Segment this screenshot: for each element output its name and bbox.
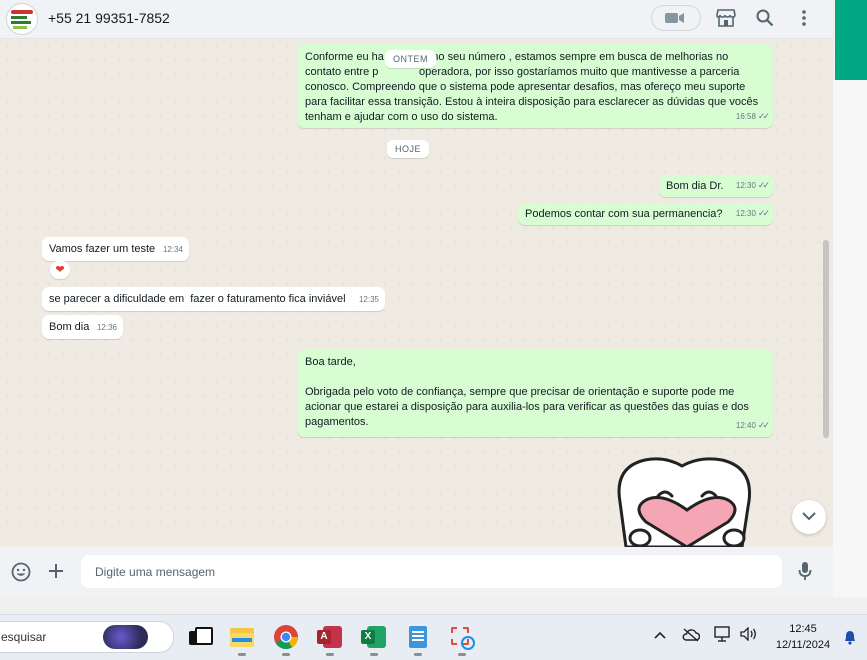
search-icon[interactable] bbox=[756, 9, 774, 27]
message-line: Boa tarde, bbox=[305, 356, 356, 368]
message-bubble-outgoing[interactable]: Conforme eu ha do no seu número , estamo… bbox=[297, 44, 773, 128]
message-bubble-incoming[interactable]: se parecer a dificuldade em fazer o fatu… bbox=[42, 287, 385, 311]
search-highlight-image bbox=[103, 625, 148, 649]
notepad-icon[interactable] bbox=[405, 624, 431, 650]
message-line: acionar que estarei a disposição para au… bbox=[305, 401, 749, 413]
chevron-up-icon[interactable] bbox=[654, 631, 666, 639]
shop-icon[interactable] bbox=[716, 9, 736, 27]
snipping-tool-icon[interactable] bbox=[449, 624, 475, 650]
notification-bell-icon[interactable] bbox=[843, 629, 857, 645]
side-accent-bar bbox=[835, 0, 867, 80]
chat-panel: Conforme eu ha do no seu número , estamo… bbox=[0, 39, 833, 547]
message-time: 12:30 bbox=[735, 209, 756, 218]
message-line: para facilitar essa transição. Estou à i… bbox=[305, 96, 759, 108]
message-line bbox=[305, 370, 765, 385]
scroll-to-bottom-button[interactable] bbox=[792, 500, 826, 534]
message-meta: 12:30 ✓✓ bbox=[735, 178, 770, 193]
excel-icon[interactable]: X bbox=[361, 624, 387, 650]
clock-time: 12:45 bbox=[789, 623, 817, 635]
message-text: Vamos fazer um teste bbox=[49, 243, 156, 255]
read-ticks-icon: ✓✓ bbox=[757, 208, 770, 218]
contact-phone[interactable]: +55 21 99351-7852 bbox=[48, 10, 170, 26]
message-input-placeholder: Digite uma mensagem bbox=[95, 565, 216, 579]
date-chip-yesterday: ONTEM bbox=[385, 50, 436, 68]
message-line: operadora, por isso gostaríamos muito qu… bbox=[419, 66, 740, 78]
emoji-icon[interactable] bbox=[11, 562, 31, 582]
message-time: 12:34 bbox=[162, 245, 183, 254]
chat-header: +55 21 99351-7852 bbox=[0, 0, 833, 39]
message-text: Bom dia Dr. bbox=[666, 180, 724, 192]
compose-bar: Digite uma mensagem bbox=[0, 547, 833, 597]
taskbar-search[interactable]: esquisar bbox=[0, 621, 174, 653]
message-bubble-incoming[interactable]: Bom dia 12:36 bbox=[42, 315, 123, 339]
taskbar-search-text: esquisar bbox=[1, 630, 47, 644]
message-text: Podemos contar com sua permanencia? bbox=[525, 208, 723, 220]
chat-scrollbar[interactable] bbox=[823, 240, 829, 438]
message-meta: 16:58 ✓✓ bbox=[735, 109, 770, 124]
message-line: do no seu número , estamos sempre em bus… bbox=[417, 51, 729, 63]
message-time: 12:30 bbox=[735, 181, 756, 190]
cloud-offline-icon[interactable] bbox=[682, 628, 700, 642]
message-time: 12:36 bbox=[96, 323, 117, 332]
video-call-button[interactable] bbox=[651, 5, 701, 31]
plus-icon[interactable] bbox=[47, 562, 65, 580]
message-bubble-outgoing[interactable]: Podemos contar com sua permanencia? 12:3… bbox=[518, 203, 773, 225]
message-text: Bom dia bbox=[49, 321, 90, 333]
microphone-icon[interactable] bbox=[798, 561, 812, 581]
read-ticks-icon: ✓✓ bbox=[757, 420, 770, 430]
display-icon[interactable] bbox=[714, 626, 732, 642]
volume-icon[interactable] bbox=[740, 627, 758, 641]
message-meta: 12:30 ✓✓ bbox=[735, 206, 770, 221]
message-bubble-incoming[interactable]: Vamos fazer um teste 12:34 bbox=[42, 237, 189, 261]
message-input[interactable]: Digite uma mensagem bbox=[81, 555, 782, 588]
menu-dots-icon[interactable] bbox=[801, 9, 807, 27]
message-line: Conforme eu ha bbox=[305, 51, 384, 63]
read-ticks-icon: ✓✓ bbox=[757, 111, 770, 121]
task-view-icon[interactable] bbox=[186, 624, 213, 650]
video-call-icon bbox=[665, 13, 684, 23]
file-explorer-icon[interactable] bbox=[229, 624, 255, 650]
chrome-icon[interactable] bbox=[273, 624, 299, 650]
message-time: 12:40 bbox=[735, 421, 756, 430]
message-meta: 12:40 ✓✓ bbox=[735, 418, 770, 433]
message-line: conosco. Compreendo que o sistema pode a… bbox=[305, 81, 746, 93]
windows-taskbar: esquisar A X 12:45 12/11/2024 bbox=[0, 614, 867, 660]
tooth-heart-sticker[interactable] bbox=[610, 452, 760, 547]
message-line: pagamentos. bbox=[305, 416, 369, 428]
message-meta: 12:36 bbox=[97, 320, 117, 335]
taskbar-clock[interactable]: 12:45 12/11/2024 bbox=[772, 621, 834, 653]
access-icon[interactable]: A bbox=[317, 624, 343, 650]
message-time: 16:58 bbox=[735, 112, 756, 121]
chevron-down-icon bbox=[802, 512, 816, 521]
message-line: contato entre p bbox=[305, 66, 379, 78]
date-chip-today: HOJE bbox=[387, 140, 430, 158]
clock-date: 12/11/2024 bbox=[775, 639, 831, 651]
message-time: 12:35 bbox=[358, 295, 379, 304]
message-meta: 12:35 bbox=[359, 292, 379, 307]
message-bubble-outgoing[interactable]: Boa tarde, Obrigada pelo voto de confian… bbox=[297, 349, 773, 437]
message-bubble-outgoing[interactable]: Bom dia Dr. 12:30 ✓✓ bbox=[659, 175, 773, 197]
read-ticks-icon: ✓✓ bbox=[757, 180, 770, 190]
message-meta: 12:34 bbox=[163, 242, 183, 257]
contact-avatar[interactable] bbox=[6, 3, 38, 35]
message-line: Obrigada pelo voto de confiança, sempre … bbox=[305, 386, 735, 398]
message-line: tenham e ajudar com o uso do sistema. bbox=[305, 111, 498, 123]
heart-reaction-icon[interactable]: ❤ bbox=[50, 261, 70, 279]
message-text: se parecer a dificuldade em fazer o fatu… bbox=[49, 293, 346, 305]
